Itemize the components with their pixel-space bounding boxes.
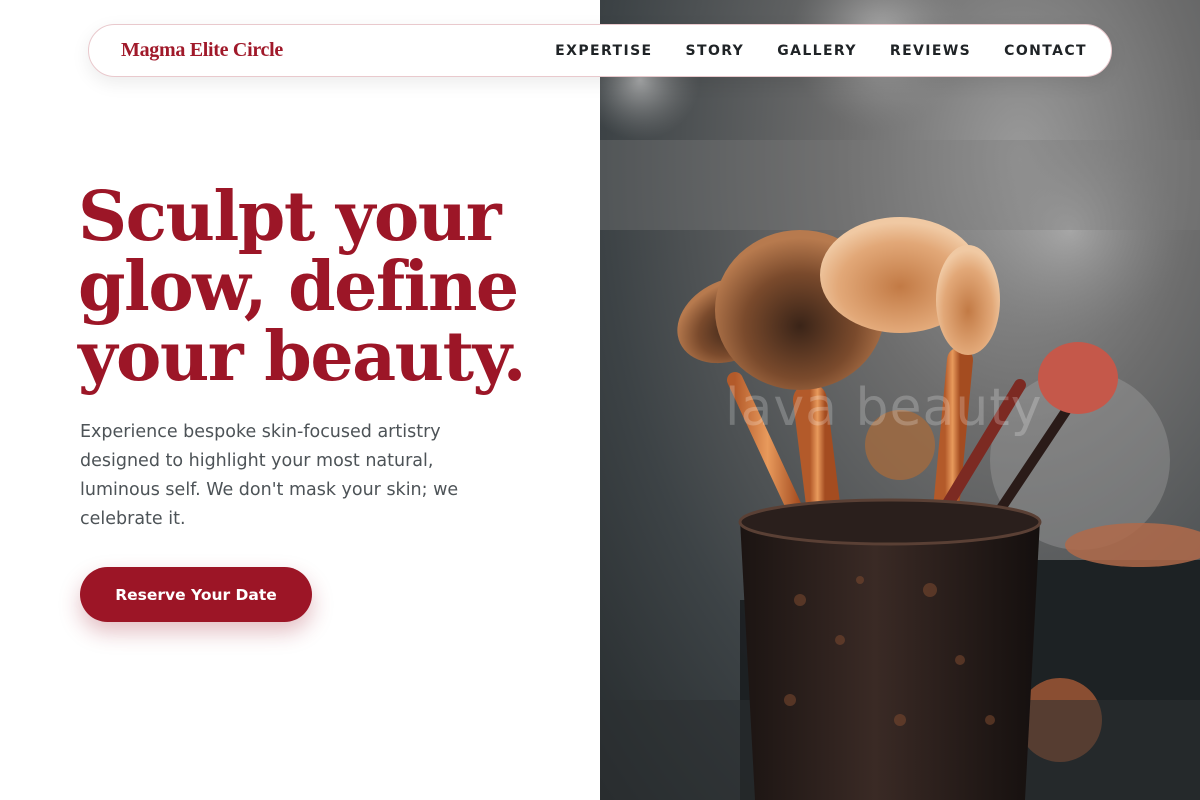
headline-line-3: your beauty. <box>78 317 526 397</box>
nav-link-contact[interactable]: CONTACT <box>1004 43 1087 59</box>
headline-line-1: Sculpt your <box>78 177 502 257</box>
hero-photo: lava beauty <box>600 0 1200 800</box>
nav-link-story[interactable]: STORY <box>686 43 745 59</box>
nav-links: EXPERTISE STORY GALLERY REVIEWS CONTACT <box>555 43 1087 59</box>
brand-logo[interactable]: Magma Elite Circle <box>121 39 283 62</box>
hero-headline: Sculpt your glow, define your beauty. <box>78 182 578 392</box>
top-navbar: Magma Elite Circle EXPERTISE STORY GALLE… <box>88 24 1112 77</box>
headline-line-2: glow, define <box>78 247 519 327</box>
nav-link-gallery[interactable]: GALLERY <box>777 43 857 59</box>
nav-link-expertise[interactable]: EXPERTISE <box>555 43 652 59</box>
nav-link-reviews[interactable]: REVIEWS <box>890 43 971 59</box>
image-watermark: lava beauty <box>725 378 1043 438</box>
hero-subtext: Experience bespoke skin-focused artistry… <box>80 422 459 529</box>
reserve-date-button[interactable]: Reserve Your Date <box>80 567 312 622</box>
